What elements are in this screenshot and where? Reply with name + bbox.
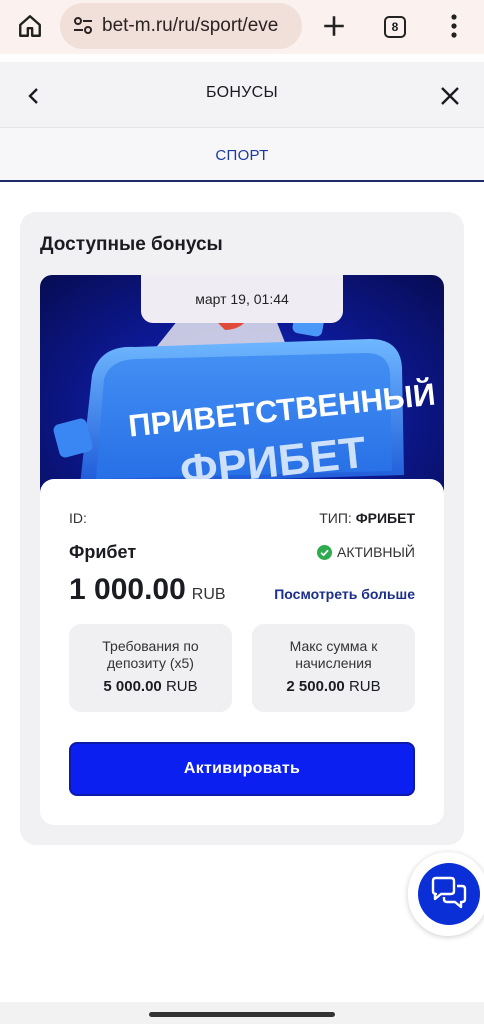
more-vert-icon[interactable]: [440, 10, 468, 42]
tabs-icon[interactable]: 8: [380, 12, 410, 42]
see-more-link[interactable]: Посмотреть больше: [274, 586, 415, 602]
bonus-id-label: ID:: [69, 510, 87, 526]
bonus-date: март 19, 01:44: [141, 275, 343, 323]
type-label: ТИП:: [319, 510, 352, 526]
home-icon[interactable]: [14, 10, 46, 42]
max-sum-value: 2 500.00 RUB: [286, 678, 381, 695]
bonus-banner: ПРИВЕТСТВЕННЫЙ ФРИБЕТ март 19, 01:44: [40, 275, 444, 505]
max-sum-label: Макс сумма к начисления: [289, 638, 378, 671]
close-icon[interactable]: [434, 80, 466, 112]
panel-title: Доступные бонусы: [40, 234, 223, 255]
requirement-label: Требования по депозиту (x5): [102, 638, 199, 671]
url-text[interactable]: bet-m.ru/ru/sport/eve: [102, 15, 278, 37]
tab-count: 8: [384, 16, 406, 38]
status-text: АКТИВНЫЙ: [336, 544, 415, 560]
amount-currency: RUB: [191, 586, 226, 603]
chat-bubbles-icon[interactable]: [418, 863, 480, 925]
page-title: БОНУСЫ: [205, 84, 278, 101]
system-nav-area: [0, 1002, 484, 1024]
max-sum-box: Макс сумма к начисления 2 500.00 RUB: [252, 624, 415, 712]
deposit-requirement-box: Требования по депозиту (x5) 5 000.00 RUB: [69, 624, 232, 712]
chat-button[interactable]: [408, 852, 484, 936]
bonus-type: ТИП: ФРИБЕТ: [319, 510, 415, 526]
bonus-amount: 1 000.00 RUB: [69, 573, 226, 607]
address-bar[interactable]: bet-m.ru/ru/sport/eve: [60, 3, 302, 49]
site-settings-icon[interactable]: [72, 15, 94, 37]
available-bonuses-panel: Доступные бонусы ПРИВЕТСТВЕННЫЙ ФРИБЕТ м…: [20, 212, 464, 845]
gesture-handle[interactable]: [149, 1012, 335, 1017]
tab-sport[interactable]: СПОРТ: [0, 147, 484, 164]
app-header: БОНУСЫ: [0, 62, 484, 128]
browser-toolbar: bet-m.ru/ru/sport/eve 8: [0, 0, 484, 54]
bonus-card: ID: ТИП: ФРИБЕТ Фрибет АКТИВНЫЙ 1 000.00…: [40, 479, 444, 825]
status-badge: АКТИВНЫЙ: [316, 544, 415, 560]
plus-icon[interactable]: [318, 10, 350, 42]
check-circle-icon: [316, 544, 332, 560]
requirement-value: 5 000.00 RUB: [103, 678, 198, 695]
activate-button[interactable]: Активировать: [69, 742, 415, 796]
tabs-bar: СПОРТ: [0, 128, 484, 182]
bonus-name: Фрибет: [69, 542, 137, 562]
type-value: ФРИБЕТ: [355, 510, 415, 526]
amount-value: 1 000.00: [69, 573, 186, 606]
